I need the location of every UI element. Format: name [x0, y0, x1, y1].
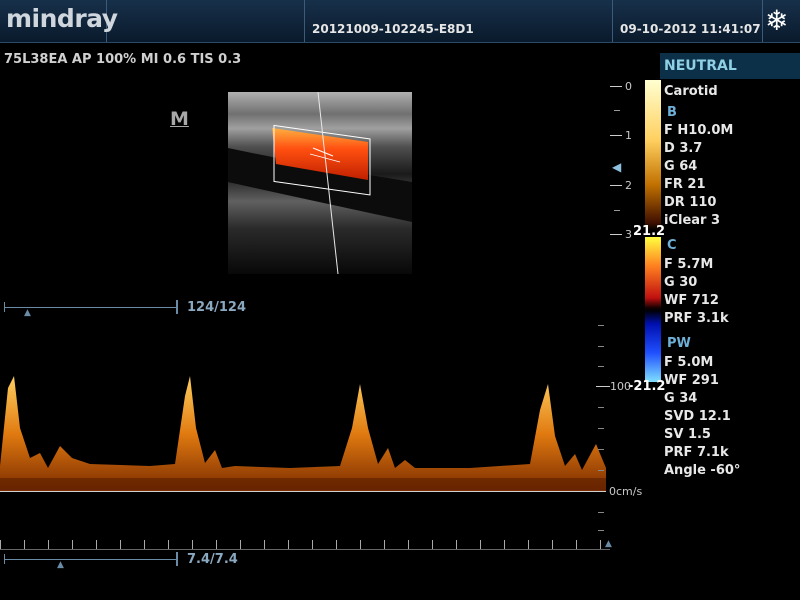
doppler-slider-thumb[interactable]: ▲ [57, 560, 64, 570]
color-map-bar [645, 237, 661, 382]
velocity-minor-tick [598, 530, 604, 531]
velocity-major-tick [596, 386, 610, 387]
doppler-time-count: 7.4/7.4 [187, 552, 238, 567]
cine-frame-count: 124/124 [187, 300, 247, 315]
velocity-minor-tick [598, 407, 604, 408]
c-param: G 30 [664, 275, 698, 290]
velocity-minor-tick [598, 346, 604, 347]
depth-tick-0 [610, 86, 622, 87]
depth-tick-3 [610, 234, 622, 235]
pw-param: G 34 [664, 391, 698, 406]
time-axis-ticks [0, 540, 610, 549]
depth-minor-tick [614, 110, 620, 111]
study-id: 20121009-102245-E8D1 [312, 22, 474, 36]
depth-label-3: 3 [625, 228, 632, 241]
mindray-logo: mindray [6, 4, 118, 33]
velocity-minor-tick [598, 470, 604, 471]
snowflake-icon[interactable]: ❄ [765, 4, 788, 37]
depth-label-0: 0 [625, 80, 632, 93]
doppler-slider-track[interactable] [4, 559, 178, 560]
b-param: G 64 [664, 159, 698, 174]
c-param: PRF 3.1k [664, 311, 729, 326]
spectrum-waveform [0, 376, 606, 492]
velocity-baseline-label: 0cm/s [609, 485, 643, 498]
color-scale-top: 21.2 [633, 224, 666, 239]
b-param: D 3.7 [664, 141, 703, 156]
spectrum-fill-lower [0, 478, 606, 490]
pw-param: SVD 12.1 [664, 409, 731, 424]
velocity-minor-tick [598, 325, 604, 326]
bmode-color-image[interactable] [228, 92, 412, 274]
pw-mode-heading: PW [667, 336, 691, 351]
slider-end [176, 552, 178, 566]
c-param: WF 712 [664, 293, 719, 308]
cine-slider-thumb[interactable]: ▲ [24, 308, 31, 318]
b-mode-heading: B [667, 105, 677, 120]
b-param: FR 21 [664, 177, 706, 192]
velocity-label-top: 100 [610, 380, 631, 393]
grey-map-bar [645, 80, 661, 230]
time-axis-line [0, 549, 610, 550]
depth-minor-tick [614, 210, 620, 211]
preset-tab[interactable]: NEUTRAL [660, 53, 800, 79]
b-param: iClear 3 [664, 213, 721, 228]
velocity-minor-tick [598, 366, 604, 367]
slider-end [4, 554, 5, 564]
pw-param: PRF 7.1k [664, 445, 729, 460]
slider-end [4, 302, 5, 312]
date-time: 09-10-2012 11:41:07 [620, 22, 761, 36]
c-param: F 5.7M [664, 257, 714, 272]
focus-marker-icon[interactable]: ◀ [612, 160, 621, 174]
velocity-minor-tick [598, 428, 604, 429]
color-scale-bottom: -21.2 [628, 379, 666, 394]
patient-segment [106, 0, 305, 42]
depth-tick-1 [610, 135, 622, 136]
exam-label: Carotid [664, 84, 718, 99]
b-param: DR 110 [664, 195, 717, 210]
velocity-minor-tick [598, 512, 604, 513]
depth-label-1: 1 [625, 129, 632, 142]
depth-tick-2 [610, 185, 622, 186]
slider-end [176, 300, 178, 314]
pw-param: SV 1.5 [664, 427, 711, 442]
depth-label-2: 2 [625, 179, 632, 192]
velocity-minor-tick [598, 449, 604, 450]
probe-info: 75L38EA AP 100% MI 0.6 TIS 0.3 [4, 52, 242, 67]
doppler-baseline[interactable] [0, 491, 606, 492]
color-mode-heading: C [667, 238, 677, 253]
pw-param: Angle -60° [664, 463, 741, 478]
doppler-spectrum[interactable] [0, 318, 610, 548]
b-param: F H10.0M [664, 123, 734, 138]
pw-param: F 5.0M [664, 355, 714, 370]
orientation-marker: M [170, 108, 189, 130]
pw-param: WF 291 [664, 373, 719, 388]
